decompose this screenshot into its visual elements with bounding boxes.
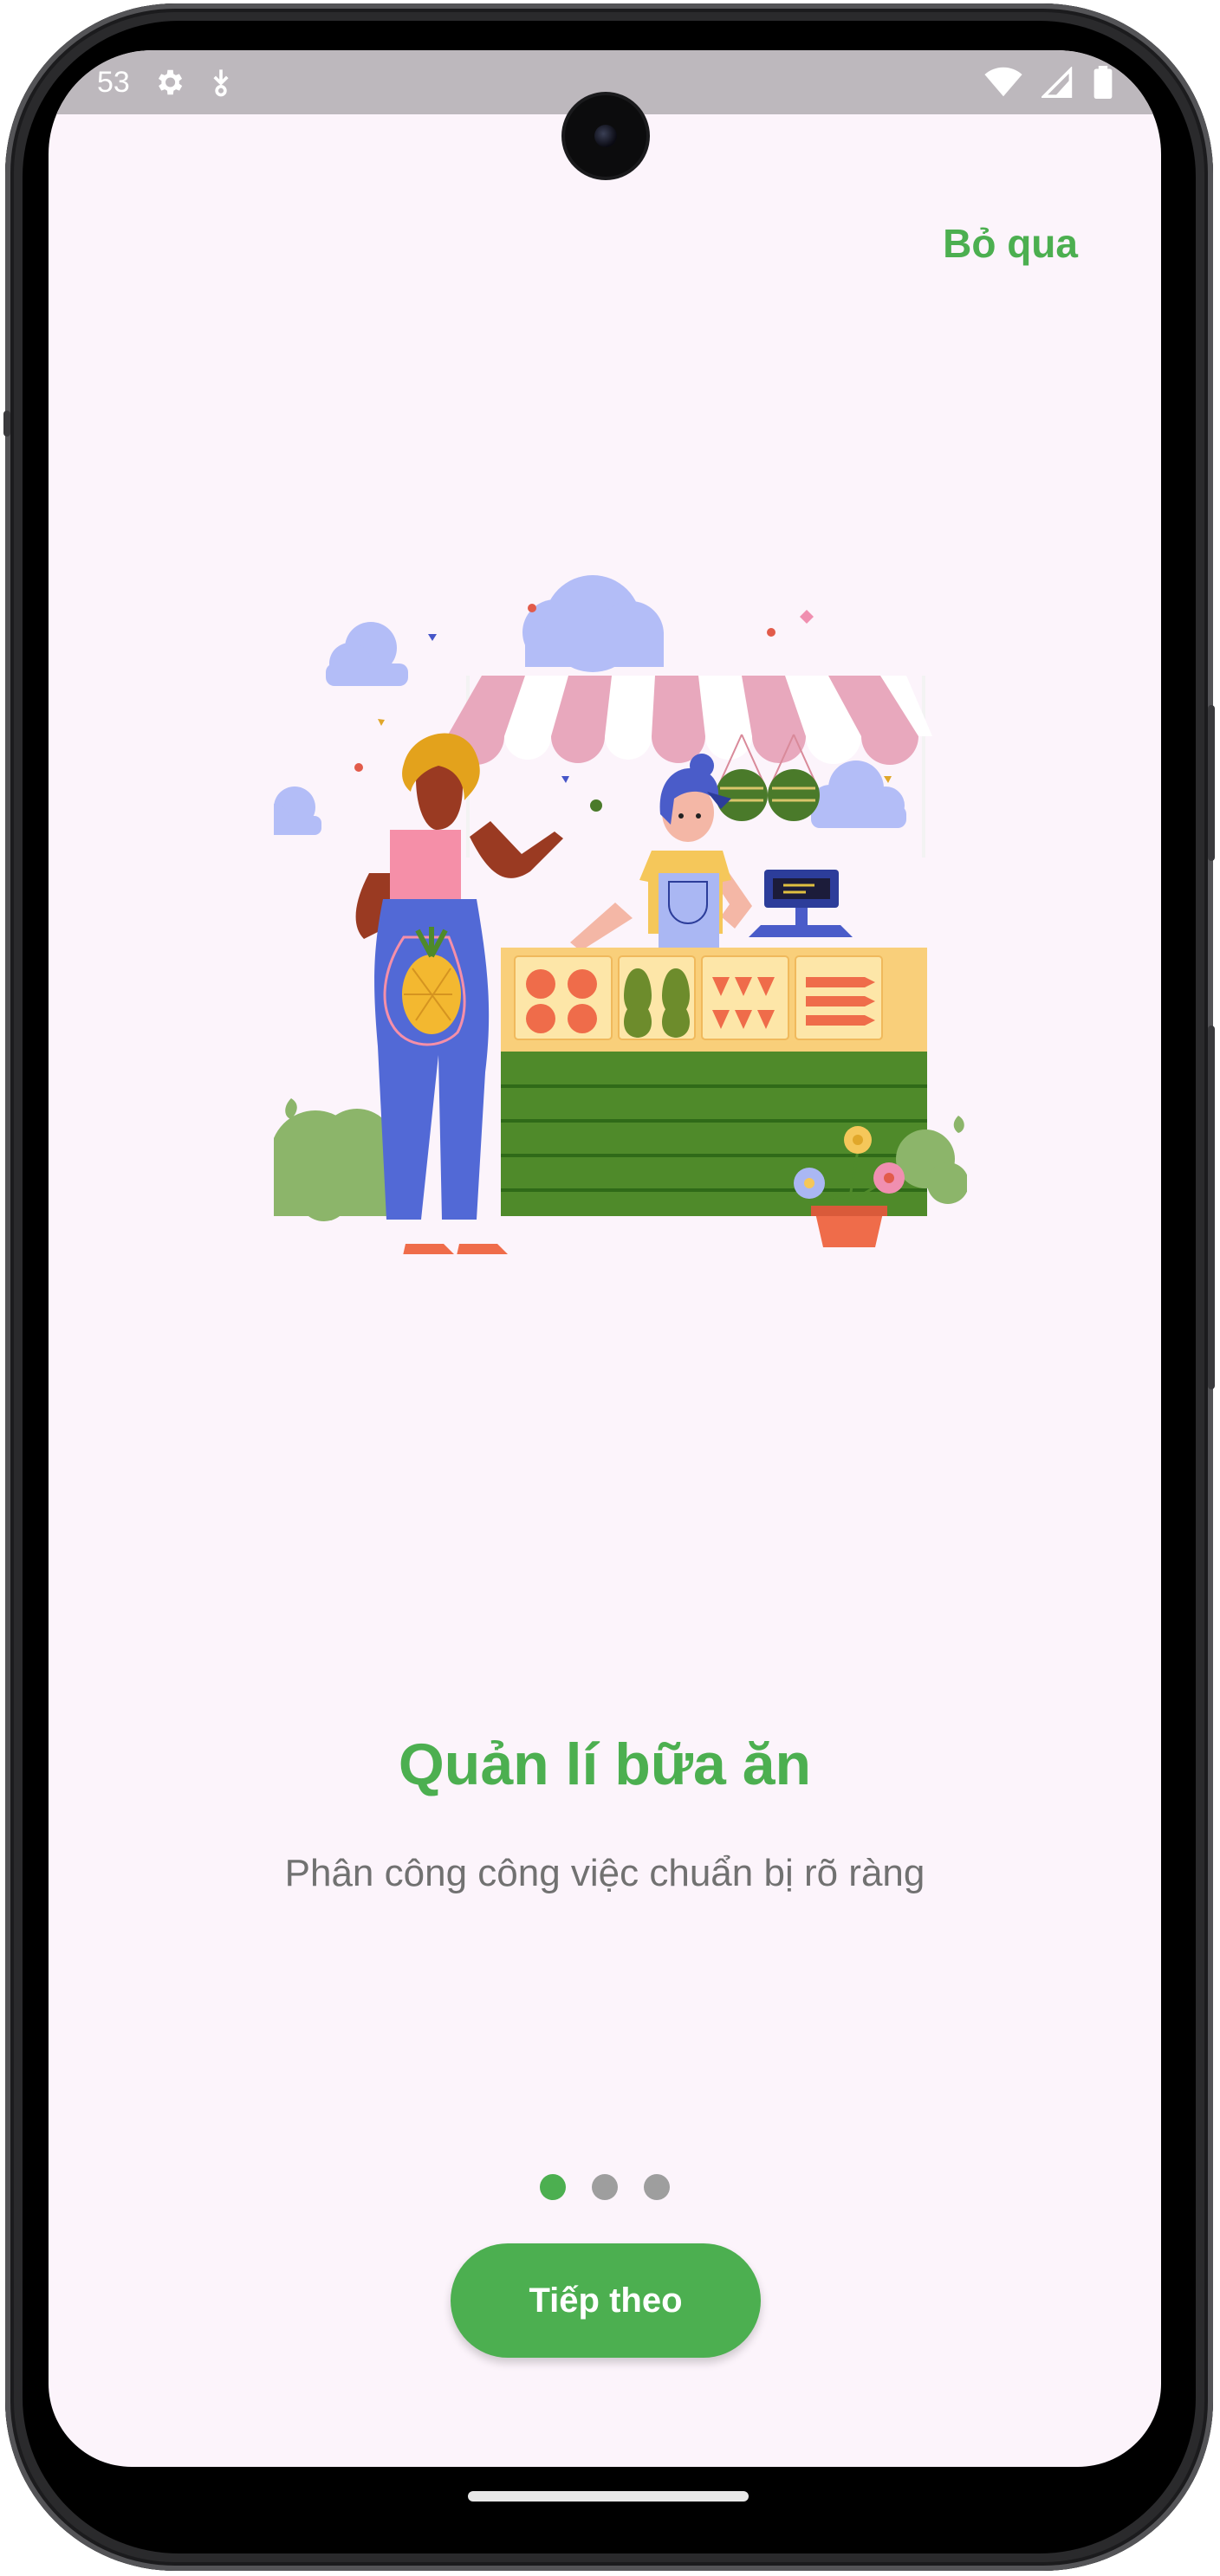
page-dot-1[interactable] [540, 2174, 566, 2200]
signal-icon [1042, 67, 1073, 98]
app-screen: 53 Bỏ qua Quản lí bữa ăn Phân công công … [49, 50, 1161, 2467]
market-stall-illustration [274, 575, 967, 1254]
page-indicator [49, 2174, 1161, 2200]
home-indicator[interactable] [468, 2491, 749, 2502]
power-button [1208, 1026, 1215, 1389]
settings-icon [158, 69, 183, 95]
stall-counter-icon [501, 948, 927, 1216]
scale-icon [749, 870, 853, 937]
battery-icon [1093, 66, 1113, 99]
onboarding-subtitle: Phân công công việc chuẩn bị rõ ràng [284, 1852, 925, 1894]
next-button[interactable]: Tiếp theo [451, 2243, 761, 2358]
volume-button [1208, 705, 1215, 861]
wifi-icon [984, 67, 1022, 97]
status-time: 53 [97, 65, 130, 99]
page-dot-2[interactable] [592, 2174, 618, 2200]
page-dot-3[interactable] [644, 2174, 670, 2200]
status-left: 53 [97, 62, 234, 102]
download-icon [213, 69, 229, 97]
onboarding-title: Quản lí bữa ăn [398, 1731, 812, 1797]
status-right [984, 64, 1113, 100]
front-camera [565, 95, 646, 177]
skip-button[interactable]: Bỏ qua [943, 220, 1078, 267]
phone-side-notch [3, 411, 10, 437]
